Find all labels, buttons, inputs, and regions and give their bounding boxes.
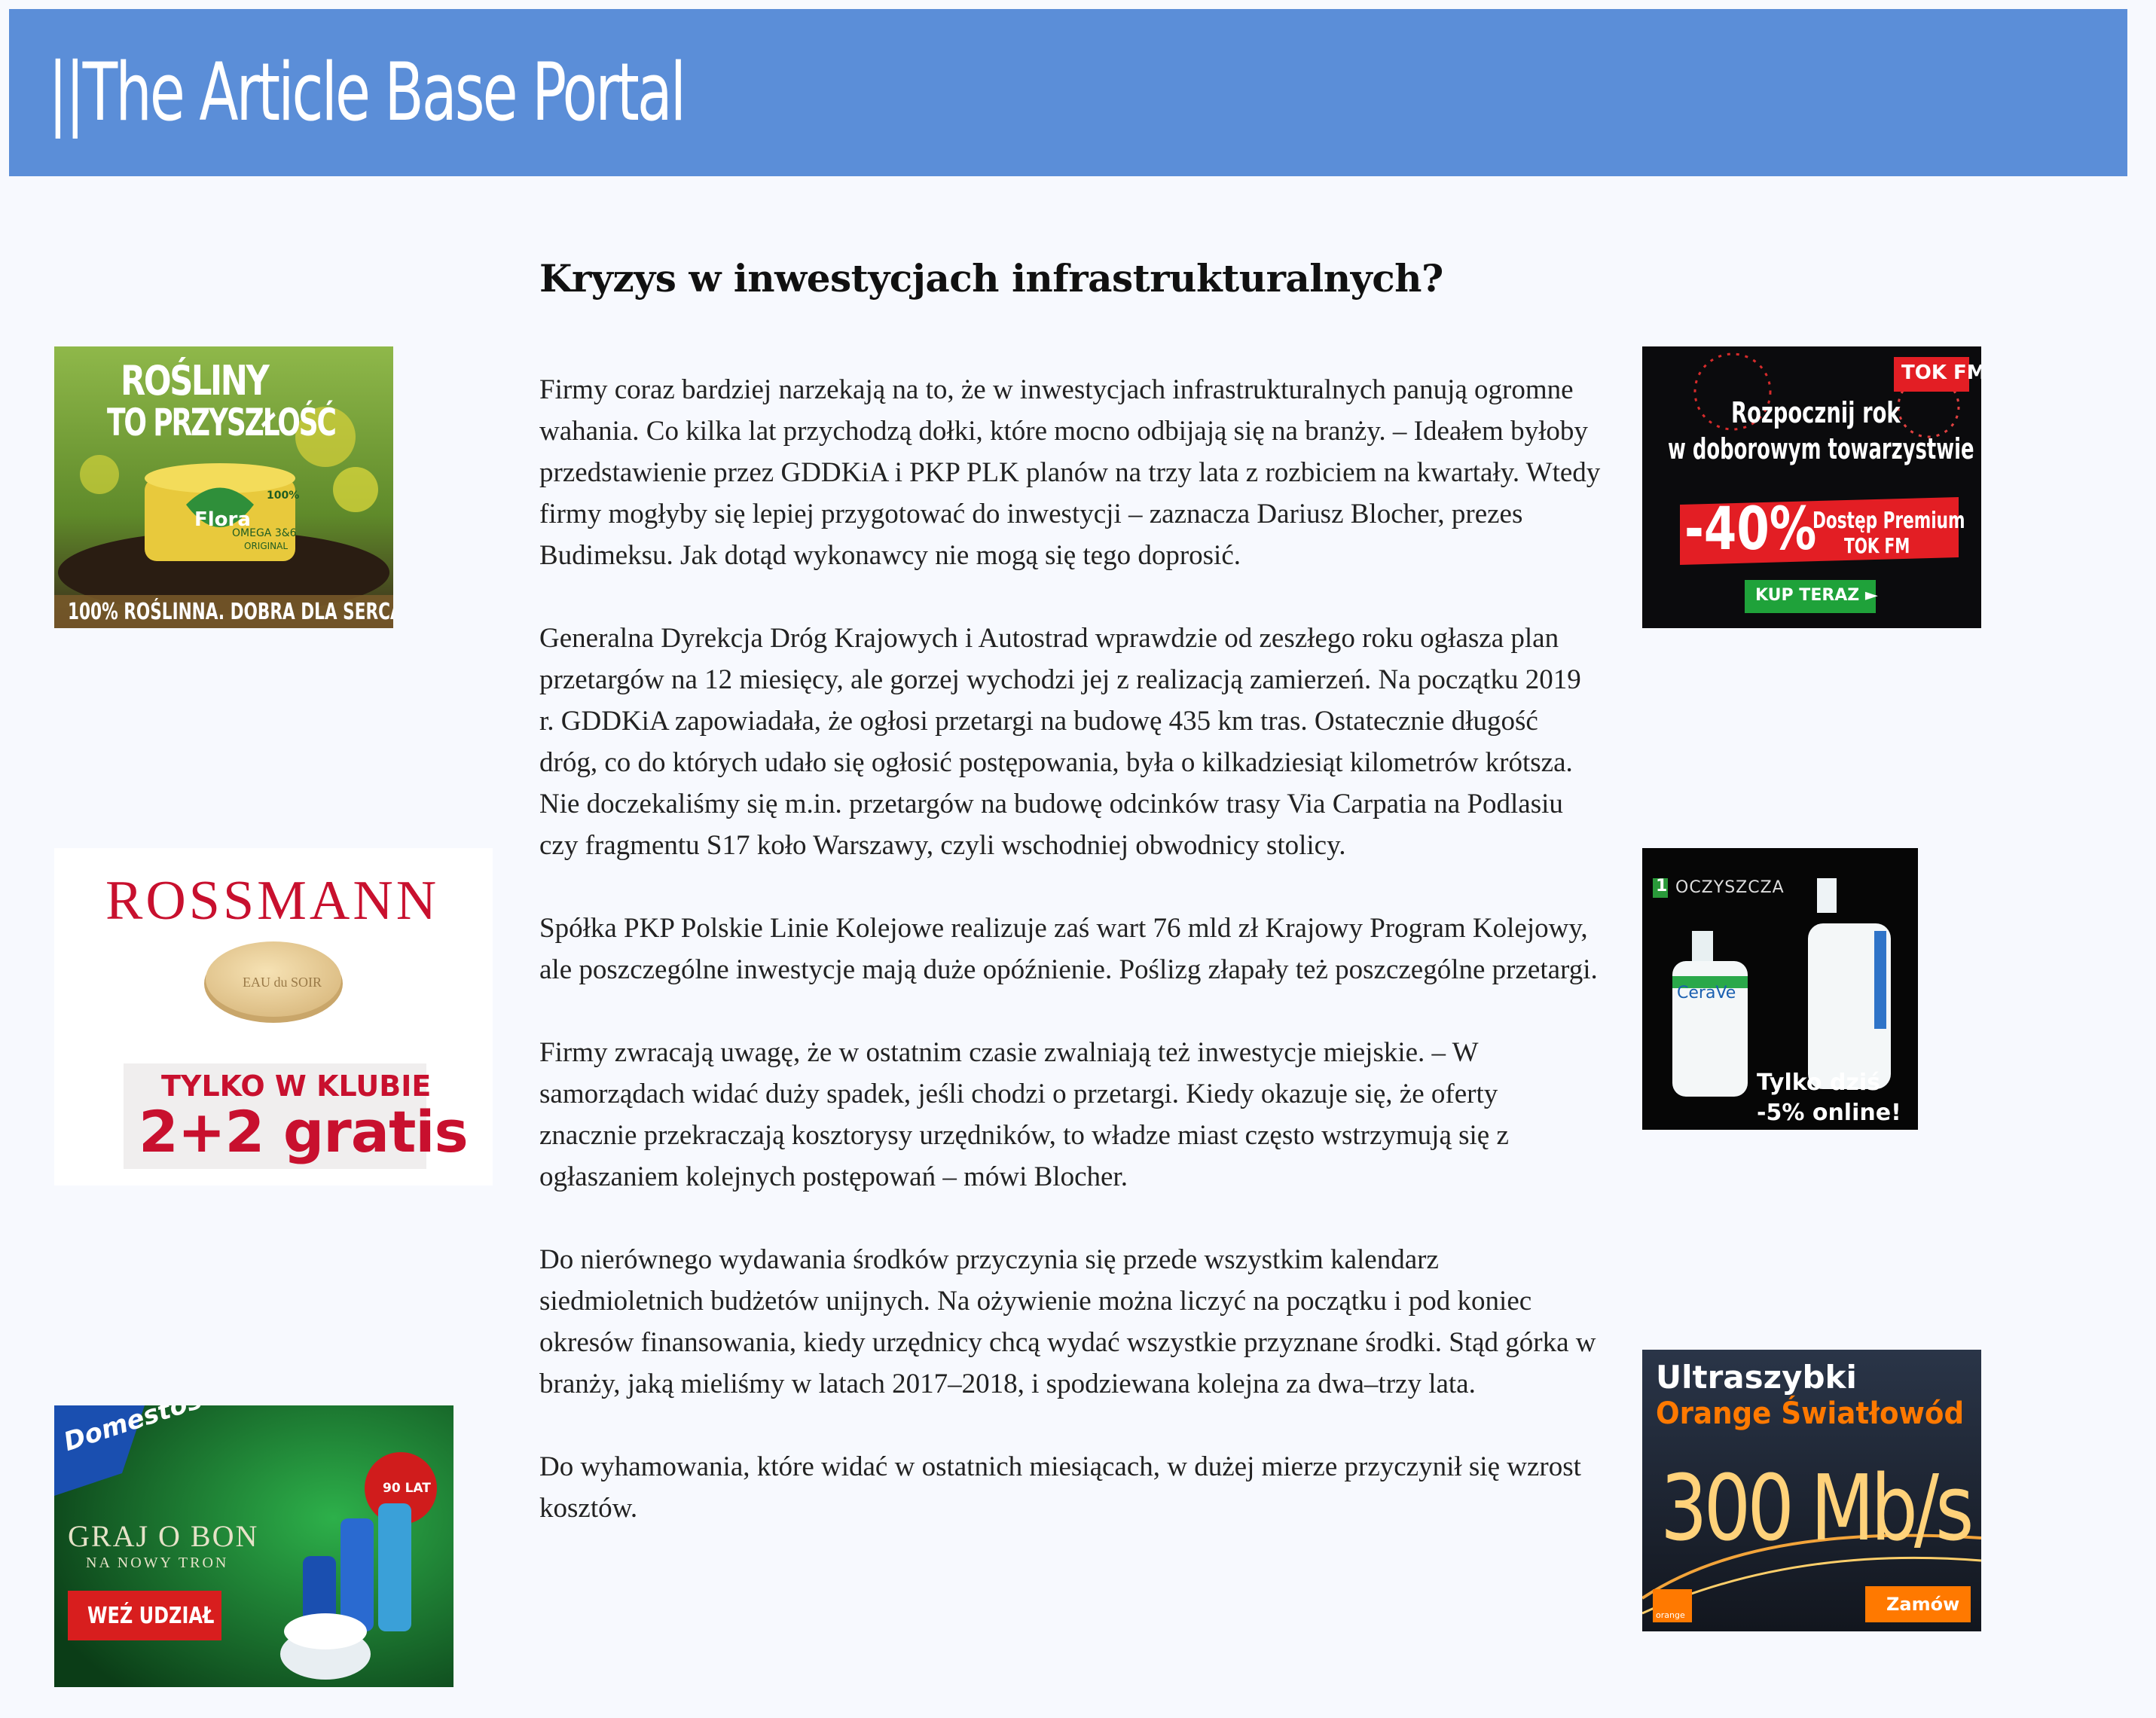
flora-product: OMEGA 3&6 xyxy=(232,527,297,539)
tokfm-discount: -40% xyxy=(1684,496,1817,563)
cerave-label: OCZYSZCZA xyxy=(1675,878,1785,897)
soap-label: EAU du SOIR xyxy=(243,975,322,990)
orange-logo: orange xyxy=(1656,1610,1685,1620)
article-paragraph: Generalna Dyrekcja Dróg Krajowych i Auto… xyxy=(539,623,1581,861)
article-paragraph: Do wyhamowania, które widać w ostatnich … xyxy=(539,1451,1581,1524)
domestos-badge: 90 LAT xyxy=(383,1481,431,1496)
flora-tagline: 100% ROŚLINNA. DOBRA DLA SERCA. xyxy=(68,599,393,625)
article-paragraph: Spółka PKP Polskie Linie Kolejowe realiz… xyxy=(539,913,1598,985)
ad-rossmann[interactable]: ROSSMANN EAU du SOIR TYLKO W KLUBIE 2+2 … xyxy=(54,848,493,1186)
flora-headline-2: TO PRZYSZŁOŚĆ xyxy=(107,401,337,444)
tokfm-logo: TOK FM xyxy=(1901,362,1981,384)
site-header: ||The Article Base Portal xyxy=(9,9,2127,176)
flora-variant: ORIGINAL xyxy=(244,541,289,551)
orange-speed: 300 Mb/s xyxy=(1660,1457,1974,1561)
cerave-offer-line1: Tylko dziś xyxy=(1757,1070,1881,1096)
article-paragraph: Firmy coraz bardziej narzekają na to, że… xyxy=(539,374,1601,571)
flora-headline-1: ROŚLINY xyxy=(121,357,270,404)
domestos-button-label: WEŹ UDZIAŁ xyxy=(87,1603,215,1629)
article-paragraph: Do nierównego wydawania środków przyczyn… xyxy=(539,1244,1596,1399)
tokfm-offer2: TOK FM xyxy=(1844,533,1910,558)
ad-domestos[interactable]: Domestos GRAJ O BON NA NOWY TRON WEŹ UDZ… xyxy=(54,1405,453,1687)
domestos-subline: NA NOWY TRON xyxy=(86,1555,229,1571)
cerave-brand: CeraVe xyxy=(1677,984,1736,1002)
tokfm-button-label[interactable]: KUP TERAZ ► xyxy=(1755,586,1878,605)
tokfm-line2: w doborowym towarzystwie xyxy=(1668,432,1974,465)
domestos-headline: GRAJ O BON xyxy=(68,1519,259,1553)
tokfm-offer1: Dostęp Premium xyxy=(1812,508,1965,534)
ad-orange[interactable]: Ultraszybki Orange Światłowód 300 Mb/s o… xyxy=(1642,1350,1981,1631)
rossmann-offer-line2: 2+2 gratis xyxy=(139,1098,469,1165)
cerave-step: 1 xyxy=(1656,877,1668,896)
ad-tokfm[interactable]: TOK FM Rozpocznij rok w doborowym towarz… xyxy=(1642,346,1981,628)
orange-line2: Orange Światłowód xyxy=(1656,1396,1965,1431)
flora-badge: 100% xyxy=(267,490,300,502)
article-paragraph: Firmy zwracają uwagę, że w ostatnim czas… xyxy=(539,1037,1509,1192)
tokfm-line1: Rozpocznij rok xyxy=(1731,396,1901,429)
rossmann-logo: ROSSMANN xyxy=(105,870,440,932)
article-body: Firmy coraz bardziej narzekają na to, że… xyxy=(539,369,1602,1570)
ad-cerave[interactable]: 1 OCZYSZCZA CeraVe Tylko dziś -5% online… xyxy=(1642,848,1918,1130)
ad-flora[interactable]: ROŚLINY TO PRZYSZŁOŚĆ Flora OMEGA 3&6 OR… xyxy=(54,346,393,628)
orange-line1: Ultraszybki xyxy=(1656,1359,1857,1396)
cerave-offer-line2: -5% online! xyxy=(1757,1100,1901,1126)
orange-button-label[interactable]: Zamów xyxy=(1886,1594,1959,1615)
site-brand[interactable]: ||The Article Base Portal xyxy=(48,53,686,133)
article-title: Kryzys w inwestycjach infrastrukturalnyc… xyxy=(539,256,1443,301)
